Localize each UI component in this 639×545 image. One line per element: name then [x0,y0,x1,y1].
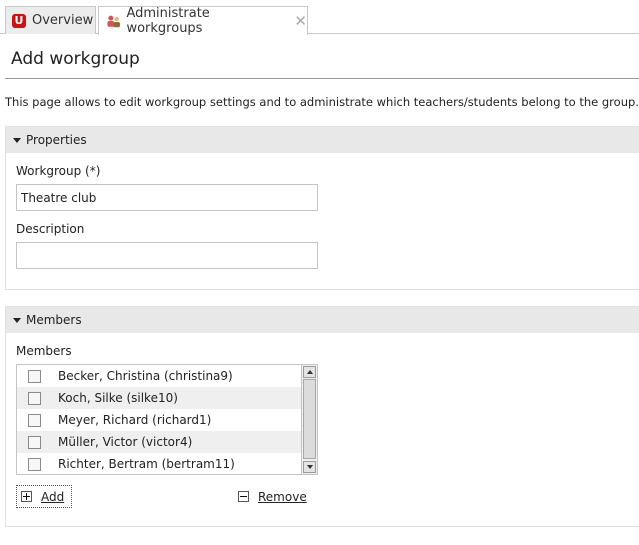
members-list-label: Members [16,344,72,358]
page: U Overview Administrate workgroups ✕ Add… [0,0,639,545]
arrow-down-icon [306,465,313,469]
tab-administrate-workgroups[interactable]: Administrate workgroups ✕ [98,6,308,36]
member-checkbox[interactable] [28,457,41,471]
member-name: Koch, Silke (silke10) [58,391,178,405]
page-intro: This page allows to edit workgroup setti… [5,95,639,109]
members-scrollbar[interactable] [301,365,317,474]
workgroup-input[interactable] [16,184,318,211]
minus-icon [238,491,249,502]
members-section: Members Members Becker, Christina (chris… [5,306,639,527]
list-item[interactable]: Koch, Silke (silke10) [17,387,301,409]
people-icon [107,15,121,28]
remove-member-button[interactable]: Remove [238,485,307,508]
scrollbar-thumb[interactable] [303,379,316,459]
description-input[interactable] [16,242,318,269]
tab-overview[interactable]: U Overview [5,6,96,34]
tab-administrate-workgroups-label: Administrate workgroups [126,6,210,36]
member-name: Becker, Christina (christina9) [58,369,233,383]
workgroup-label: Workgroup (*) [16,164,101,178]
tab-bar: U Overview Administrate workgroups ✕ [0,0,639,36]
list-item[interactable]: Richter, Bertram (bertram11) [17,453,301,474]
members-header-label: Members [26,313,82,327]
list-item[interactable]: Meyer, Richard (richard1) [17,409,301,431]
tab-overview-label: Overview [32,13,94,28]
member-name: Meyer, Richard (richard1) [58,413,212,427]
add-member-button[interactable]: Add [16,485,72,508]
description-label: Description [16,222,85,236]
scroll-up-button[interactable] [303,366,316,378]
member-checkbox[interactable] [28,391,41,405]
arrow-up-icon [306,370,313,374]
member-checkbox[interactable] [28,413,41,427]
close-icon[interactable]: ✕ [294,12,307,30]
properties-header-label: Properties [26,133,87,147]
add-member-label: Add [41,489,65,504]
member-name: Richter, Bertram (bertram11) [58,457,235,471]
members-section-header[interactable]: Members [6,307,639,333]
remove-member-label: Remove [258,489,307,504]
properties-section: Properties Workgroup (*) Description [5,126,639,290]
members-list[interactable]: Becker, Christina (christina9) Koch, Sil… [16,364,318,475]
plus-icon [21,491,32,502]
list-item[interactable]: Becker, Christina (christina9) [17,365,301,387]
page-title: Add workgroup [11,49,140,69]
member-checkbox[interactable] [28,369,41,383]
untis-logo-icon: U [12,13,26,28]
list-item[interactable]: Müller, Victor (victor4) [17,431,301,453]
caret-down-icon [13,317,21,323]
scroll-down-button[interactable] [303,461,316,473]
title-divider [5,78,639,79]
member-checkbox[interactable] [28,435,41,449]
caret-down-icon [13,137,21,143]
properties-section-header[interactable]: Properties [6,127,639,153]
member-name: Müller, Victor (victor4) [58,435,193,449]
